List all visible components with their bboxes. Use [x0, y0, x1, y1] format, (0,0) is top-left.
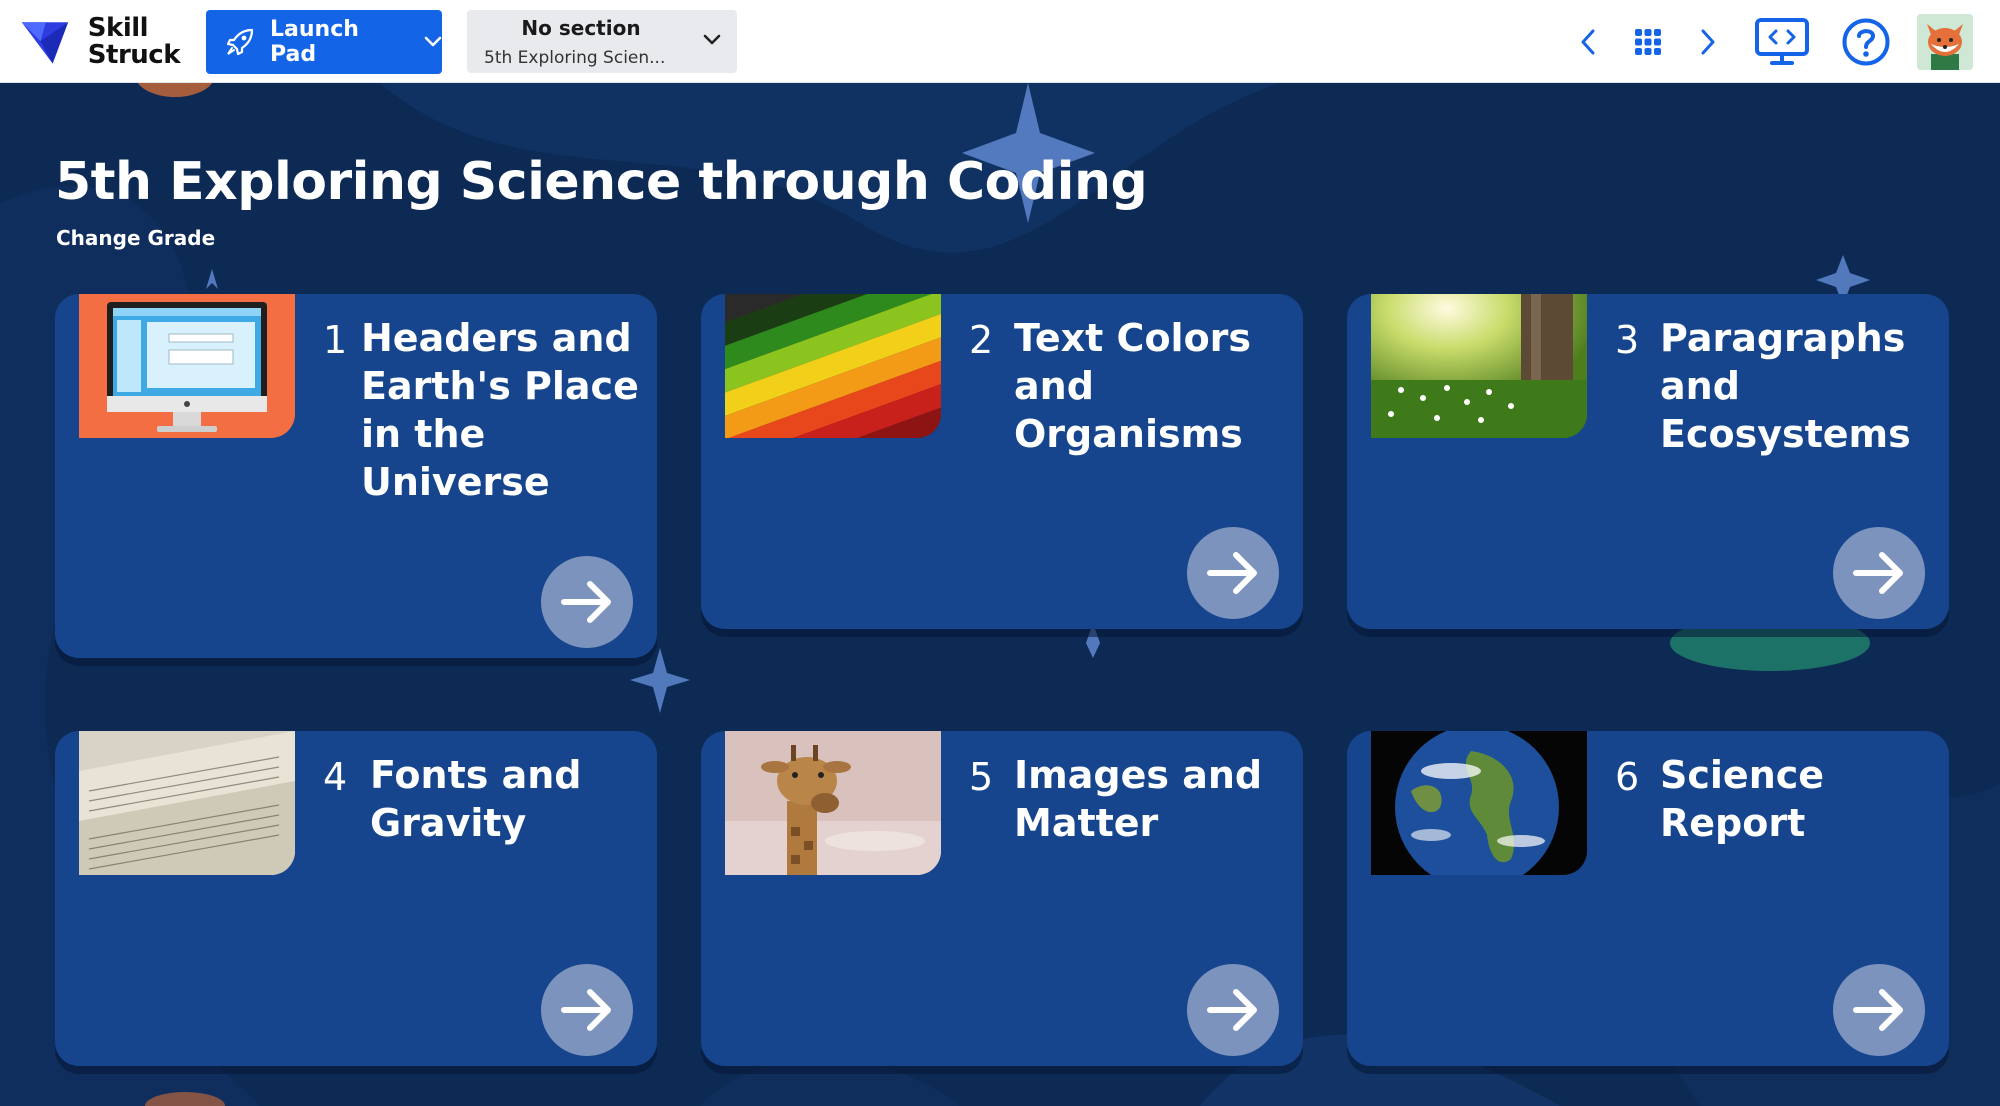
arrow-right-icon: [1853, 989, 1903, 1031]
fox-avatar[interactable]: [1917, 14, 1973, 70]
lesson-number: 6: [1615, 755, 1640, 799]
grid-menu-icon: [1635, 29, 1661, 55]
previous-lesson-button[interactable]: [1570, 24, 1606, 60]
skillstruck-logo[interactable]: Skill Struck: [20, 13, 181, 70]
open-lesson-button[interactable]: [1187, 964, 1279, 1056]
course-title: 5th Exploring Science through Coding: [55, 152, 1148, 212]
lesson-card-2[interactable]: 2 Text Colors and Organisms: [701, 294, 1303, 629]
chevron-down-icon: [703, 34, 721, 45]
brand-line-1: Skill: [87, 13, 149, 43]
lesson-card-4[interactable]: 4 Fonts and Gravity: [55, 731, 657, 1066]
launch-pad-label: Launch Pad: [270, 17, 359, 67]
lesson-number: 1: [323, 318, 348, 362]
lesson-card-5[interactable]: 5 Images and Matter: [701, 731, 1303, 1066]
computer-monitor-image: [79, 294, 295, 438]
section-selector[interactable]: No section 5th Exploring Scien...: [467, 10, 737, 73]
lesson-number: 2: [969, 318, 994, 362]
help-button[interactable]: [1840, 16, 1892, 68]
brand-name: Skill Struck: [87, 13, 181, 70]
lesson-title: Text Colors and Organisms: [1014, 316, 1252, 456]
lesson-grid-button[interactable]: [1630, 24, 1666, 60]
chevron-left-icon: [1581, 29, 1595, 55]
section-title: No section: [521, 16, 641, 40]
top-navigation-bar: Skill Struck Launch Pad No section 5th E…: [0, 0, 2000, 83]
open-lesson-button[interactable]: [541, 964, 633, 1056]
help-question-icon: [1842, 18, 1890, 66]
chevron-right-icon: [1701, 29, 1715, 55]
lesson-number: 3: [1615, 318, 1640, 362]
lesson-title: Fonts and Gravity: [370, 753, 582, 845]
open-lesson-button[interactable]: [1833, 527, 1925, 619]
launch-pad-button[interactable]: Launch Pad: [206, 10, 442, 74]
giraffe-image: [725, 731, 941, 875]
lesson-title: Science Report: [1660, 753, 1825, 845]
skillstruck-logo-icon: [21, 22, 69, 64]
earth-globe-image: [1371, 731, 1587, 875]
arrow-right-icon: [1853, 552, 1903, 594]
arrow-right-icon: [561, 989, 611, 1031]
arrow-right-icon: [1207, 989, 1257, 1031]
open-lesson-button[interactable]: [1833, 964, 1925, 1056]
open-lesson-button[interactable]: [541, 556, 633, 648]
change-grade-link[interactable]: Change Grade: [56, 226, 215, 250]
lesson-card-1[interactable]: 1 Headers and Earth's Place in the Unive…: [55, 294, 657, 658]
lesson-card-6[interactable]: 6 Science Report: [1347, 731, 1949, 1066]
chevron-down-icon: [424, 36, 442, 47]
next-lesson-button[interactable]: [1690, 24, 1726, 60]
fox-avatar-icon: [1917, 14, 1973, 70]
lesson-card-3[interactable]: 3 Paragraphs and Ecosystems: [1347, 294, 1949, 629]
handwritten-pages-image: [79, 731, 295, 875]
open-lesson-button[interactable]: [1187, 527, 1279, 619]
brand-line-2: Struck: [87, 40, 181, 70]
arrow-right-icon: [1207, 552, 1257, 594]
lesson-number: 5: [969, 755, 994, 799]
rocket-icon: [226, 28, 254, 56]
code-monitor-icon: [1755, 18, 1809, 65]
lesson-title: Paragraphs and Ecosystems: [1660, 316, 1911, 456]
section-subtitle: 5th Exploring Scien...: [484, 48, 666, 68]
lesson-title: Headers and Earth's Place in the Univers…: [361, 316, 639, 504]
arrow-right-icon: [561, 581, 611, 623]
code-editor-button[interactable]: [1752, 16, 1812, 68]
colored-pencils-image: [725, 294, 941, 438]
forest-meadow-image: [1371, 294, 1587, 438]
lesson-title: Images and Matter: [1014, 753, 1263, 845]
lesson-number: 4: [323, 755, 348, 799]
